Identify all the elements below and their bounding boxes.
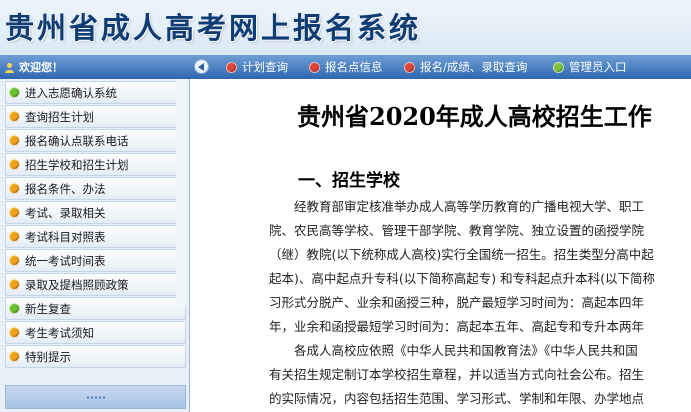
- sidebar-scrollbar[interactable]: [176, 79, 186, 305]
- sidebar-item-label: 进入志愿确认系统: [25, 85, 117, 100]
- sidebar-item-admission-policy[interactable]: 录取及提档照顾政策: [5, 273, 186, 296]
- nav-label: 报名/成绩、录取查询: [420, 60, 528, 74]
- sidebar-item-label: 报名条件、办法: [25, 181, 106, 196]
- orange-dot-icon: [9, 255, 20, 266]
- paragraph-line: 习形式分脱产、业余和函授三种，脱产最短学习时间为：高起本四年: [269, 295, 645, 310]
- green-dot-icon: [9, 303, 20, 314]
- sidebar-item-freshman-review[interactable]: 新生复查: [5, 297, 186, 320]
- system-title: 贵州省成人高考网上报名系统: [5, 11, 422, 45]
- main-content: 贵州省2020年成人高校招生工作 一、招生学校 经教育部审定核准举办成人高等学历…: [194, 79, 691, 412]
- nav-score-admission-query[interactable]: 报名/成绩、录取查询: [404, 55, 527, 79]
- paragraph-line: 年，业余和函授最短学习时间为：高起本五年、高起专和专升本两年: [269, 319, 645, 334]
- paragraph-line: 各成人高校应依照《中华人民共和国教育法》《中华人民共和国: [294, 343, 638, 358]
- red-dot-icon: [226, 61, 237, 73]
- sidebar-item-label: 特别提示: [25, 349, 71, 364]
- sidebar-item-label: 录取及提档照顾政策: [25, 277, 129, 292]
- orange-dot-icon: [9, 351, 20, 362]
- paragraph-line: （继）教院(以下统称成人高校)实行全国统一招生。招生类型分高中起: [269, 247, 654, 262]
- nav-admin-entry[interactable]: 管理员入口: [553, 55, 627, 79]
- sidebar: 进入志愿确认系统 查询招生计划 报名确认点联系电话 招生学校和招生计划 报名条件…: [0, 79, 190, 412]
- orange-dot-icon: [9, 183, 20, 194]
- sidebar-item-special-tips[interactable]: 特别提示: [5, 345, 186, 368]
- sidebar-item-label: 报名确认点联系电话: [25, 133, 129, 148]
- orange-dot-icon: [9, 135, 20, 146]
- nav-registration-sites[interactable]: 报名点信息: [309, 55, 383, 79]
- paragraph-line: 经教育部审定核准举办成人高等学历教育的广播电视大学、职工: [294, 199, 645, 214]
- red-dot-icon: [404, 61, 415, 73]
- paragraph-line: 起本)、高中起点升专科(以下简称高起专) 和专科起点升本科(以下简称: [269, 271, 655, 286]
- sidebar-footer: [5, 385, 186, 409]
- sidebar-item-schools-plans[interactable]: 招生学校和招生计划: [5, 153, 186, 176]
- nav-plan-query[interactable]: 计划查询: [226, 55, 288, 79]
- sidebar-item-label: 考生考试须知: [25, 325, 94, 340]
- nav-label: 计划查询: [242, 60, 288, 74]
- sidebar-item-contact-phones[interactable]: 报名确认点联系电话: [5, 129, 186, 152]
- page-title: 贵州省2020年成人高校招生工作: [297, 102, 652, 131]
- green-dot-icon: [9, 87, 20, 98]
- nav-label: 管理员入口: [569, 60, 627, 74]
- sidebar-item-label: 查询招生计划: [25, 109, 94, 124]
- sidebar-item-label: 新生复查: [25, 301, 71, 316]
- collapse-sidebar-button[interactable]: [194, 59, 209, 74]
- paragraph-line: 院、农民高等学校、管理干部学院、教育学院、独立设置的函授学院: [269, 223, 645, 238]
- sidebar-item-label: 统一考试时间表: [25, 253, 106, 268]
- paragraph-line: 的实际情况，内容包括招生范围、学习形式、学制和年限、办学地点: [269, 391, 645, 406]
- green-dot-icon: [553, 61, 564, 73]
- orange-dot-icon: [9, 327, 20, 338]
- orange-dot-icon: [9, 231, 20, 242]
- orange-dot-icon: [9, 111, 20, 122]
- sidebar-item-label: 考试、录取相关: [25, 205, 106, 220]
- sidebar-item-subjects-table[interactable]: 考试科目对照表: [5, 225, 186, 248]
- red-dot-icon: [309, 61, 320, 73]
- header-banner: 贵州省成人高考网上报名系统: [0, 0, 691, 55]
- orange-dot-icon: [9, 279, 20, 290]
- sidebar-menu: 进入志愿确认系统 查询招生计划 报名确认点联系电话 招生学校和招生计划 报名条件…: [5, 81, 186, 369]
- welcome-text: 欢迎您！: [19, 61, 63, 74]
- top-nav-bar: 欢迎您！ 计划查询 报名点信息 报名/成绩、录取查询 管理员入口: [0, 55, 691, 79]
- welcome-area: 欢迎您！: [0, 55, 190, 79]
- paragraph-line: 有关招生规定制订本学校招生章程，并以适当方式向社会公布。招生: [269, 367, 645, 382]
- sidebar-item-requirements[interactable]: 报名条件、办法: [5, 177, 186, 200]
- user-icon: [5, 62, 14, 73]
- sidebar-item-label: 招生学校和招生计划: [25, 157, 129, 172]
- orange-dot-icon: [9, 207, 20, 218]
- sidebar-item-exam-admission[interactable]: 考试、录取相关: [5, 201, 186, 224]
- section-heading: 一、招生学校: [298, 171, 400, 191]
- sidebar-item-exam-schedule[interactable]: 统一考试时间表: [5, 249, 186, 272]
- sidebar-item-query-plan[interactable]: 查询招生计划: [5, 105, 186, 128]
- sidebar-item-exam-notice[interactable]: 考生考试须知: [5, 321, 186, 344]
- orange-dot-icon: [9, 159, 20, 170]
- nav-label: 报名点信息: [325, 60, 383, 74]
- sidebar-item-confirm-choice[interactable]: 进入志愿确认系统: [5, 81, 186, 104]
- grip-handle-icon[interactable]: [86, 396, 106, 399]
- sidebar-item-label: 考试科目对照表: [25, 229, 106, 244]
